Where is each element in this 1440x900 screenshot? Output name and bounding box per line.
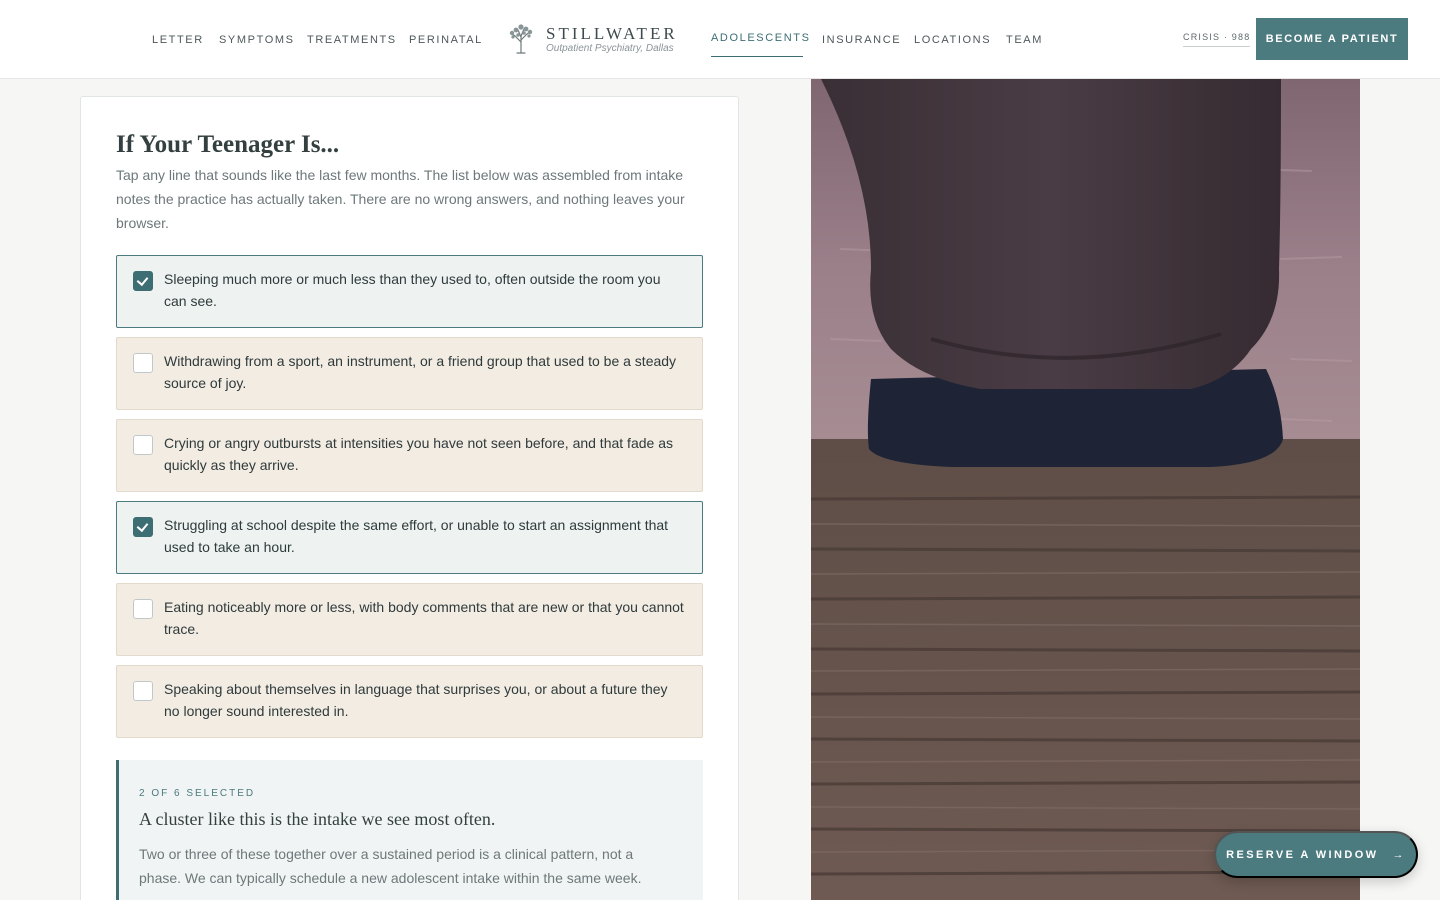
reserve-button-label: RESERVE A WINDOW — [1226, 848, 1379, 861]
site-header: LETTER SYMPTOMS TREATMENTS PERINATAL STI… — [0, 0, 1440, 79]
symptom-option[interactable]: Eating noticeably more or less, with bod… — [116, 583, 703, 656]
logo-tagline: Outpatient Psychiatry, Dallas — [546, 43, 674, 54]
symptom-option-label: Speaking about themselves in language th… — [164, 681, 668, 719]
symptom-option-label: Eating noticeably more or less, with bod… — [164, 599, 684, 637]
checkbox[interactable] — [133, 517, 153, 537]
become-a-patient-button[interactable]: BECOME A PATIENT — [1256, 18, 1408, 60]
nav-link-insurance[interactable]: INSURANCE — [822, 34, 901, 46]
nav-link-perinatal[interactable]: PERINATAL — [409, 34, 483, 46]
symptom-option-label: Struggling at school despite the same ef… — [164, 517, 669, 555]
checklist-title: If Your Teenager Is... — [116, 131, 340, 158]
tree-logo-icon — [509, 24, 533, 54]
arrow-right-icon: → — [1392, 848, 1406, 861]
selected-count: 2 OF 6 SELECTED — [139, 788, 256, 799]
symptom-option-label: Crying or angry outbursts at intensities… — [164, 435, 673, 473]
symptom-option[interactable]: Withdrawing from a sport, an instrument,… — [116, 337, 703, 410]
crisis-line-link[interactable]: CRISIS · 988 — [1183, 32, 1251, 47]
checkbox[interactable] — [133, 353, 153, 373]
checklist-intro: Tap any line that sounds like the last f… — [116, 167, 685, 231]
nav-link-adolescents[interactable]: ADOLESCENTS — [711, 32, 811, 44]
check-icon — [136, 519, 149, 533]
checkbox[interactable] — [133, 271, 153, 291]
check-icon — [136, 273, 149, 287]
symptom-checklist-card: If Your Teenager Is... Tap any line that… — [80, 96, 739, 900]
checkbox[interactable] — [133, 599, 153, 619]
checkbox[interactable] — [133, 435, 153, 455]
symptom-option-label: Withdrawing from a sport, an instrument,… — [164, 353, 677, 391]
symptom-option[interactable]: Speaking about themselves in language th… — [116, 665, 703, 738]
teen-on-dock-photo — [811, 79, 1360, 900]
symptom-option-label: Sleeping much more or much less than the… — [164, 271, 661, 309]
checkbox[interactable] — [133, 681, 153, 701]
logo-wordmark: STILLWATER — [546, 24, 678, 43]
nav-link-locations[interactable]: LOCATIONS — [914, 34, 991, 46]
nav-link-team[interactable]: TEAM — [1006, 34, 1043, 46]
nav-link-treatments[interactable]: TREATMENTS — [307, 34, 397, 46]
reserve-a-window-button[interactable]: RESERVE A WINDOW → — [1214, 831, 1418, 878]
symptom-option[interactable]: Struggling at school despite the same ef… — [116, 501, 703, 574]
symptom-option[interactable]: Sleeping much more or much less than the… — [116, 255, 703, 328]
symptom-option[interactable]: Crying or angry outbursts at intensities… — [116, 419, 703, 492]
selection-result-panel: 2 OF 6 SELECTED A cluster like this is t… — [116, 760, 703, 900]
site-logo[interactable]: STILLWATER Outpatient Psychiatry, Dallas — [508, 22, 698, 62]
nav-link-symptoms[interactable]: SYMPTOMS — [219, 34, 295, 46]
result-heading: A cluster like this is the intake we see… — [139, 809, 496, 829]
active-nav-underline — [711, 56, 803, 57]
result-body: Two or three of these together over a su… — [139, 846, 642, 886]
nav-link-letter[interactable]: LETTER — [152, 34, 204, 46]
